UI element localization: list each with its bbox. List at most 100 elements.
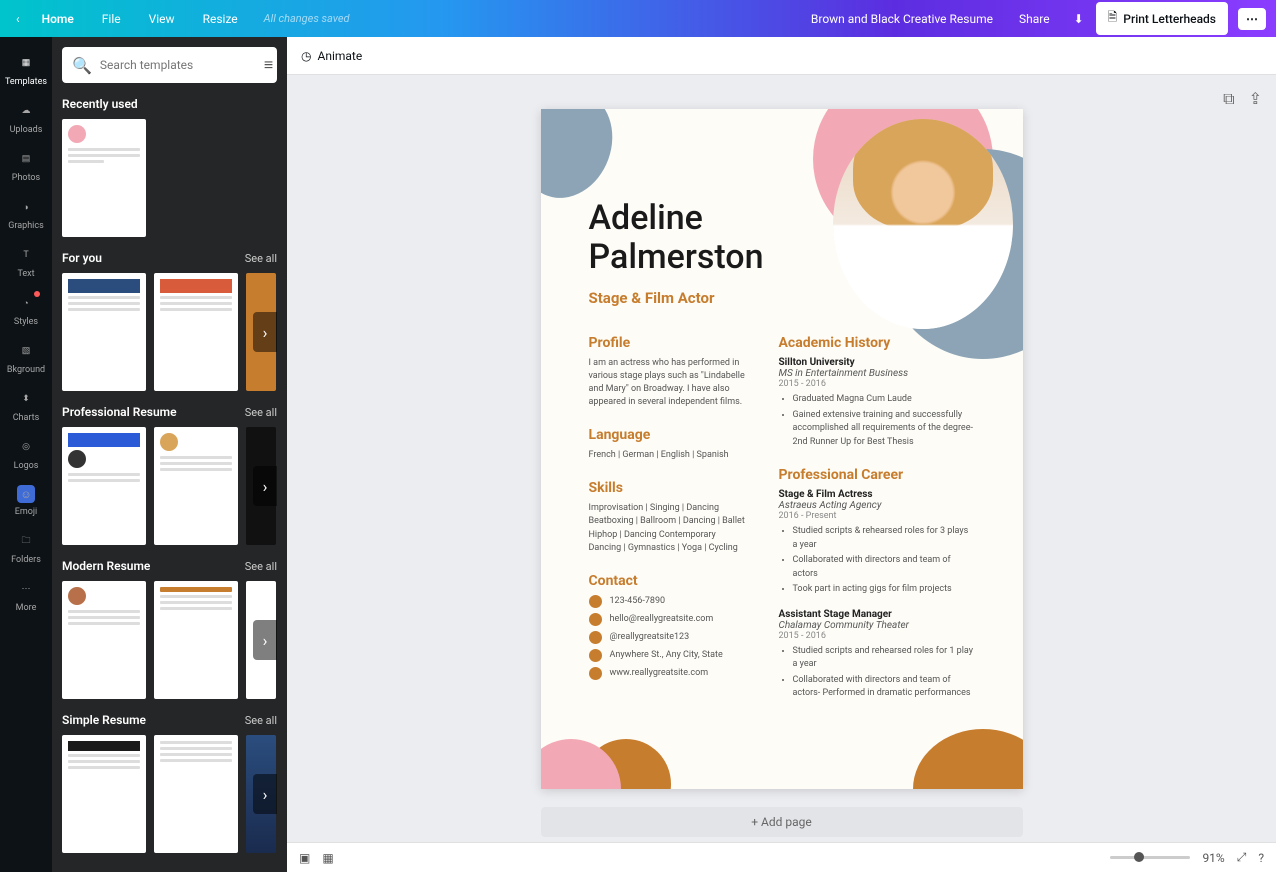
zoom-level[interactable]: 91%: [1202, 851, 1224, 865]
search-field[interactable]: 🔍 ≡: [62, 47, 277, 83]
template-thumb[interactable]: [154, 735, 238, 853]
at-icon: [589, 631, 602, 644]
bkground-icon: ▧: [16, 341, 36, 361]
skills-heading: Skills: [589, 480, 749, 496]
left-rail: ▦Templates ☁Uploads ▤Photos ◑Graphics TT…: [0, 37, 52, 872]
sub-toolbar: ◷ Animate: [287, 37, 1276, 75]
page-controls: ⧉ ⇪: [1223, 89, 1262, 109]
resize-menu[interactable]: Resize: [191, 12, 250, 26]
document-content: AdelinePalmerston Stage & Film Actor Pro…: [589, 199, 975, 749]
bottom-bar: ▣ ▦ 91% ⤢ ?: [287, 842, 1276, 872]
decor-shape: [541, 109, 627, 211]
zoom-slider[interactable]: [1110, 856, 1190, 859]
academic-heading: Academic History: [779, 335, 975, 351]
resume-role: Stage & Film Actor: [589, 289, 975, 307]
rail-uploads[interactable]: ☁Uploads: [0, 95, 52, 141]
scroll-right-icon[interactable]: ›: [253, 466, 277, 506]
rail-more[interactable]: ⋯More: [0, 573, 52, 619]
profile-text: I am an actress who has performed in var…: [589, 357, 749, 409]
home-button[interactable]: Home: [30, 12, 86, 26]
templates-panel: 🔍 ≡ Recently used For you See all › Profe…: [52, 37, 287, 872]
section-simple: Simple Resume: [62, 713, 146, 727]
template-thumb[interactable]: [154, 427, 238, 545]
more-button[interactable]: ⋯: [1238, 8, 1266, 30]
section-foryou: For you: [62, 251, 102, 265]
emoji-icon: ☺: [17, 485, 35, 503]
graphics-icon: ◑: [16, 197, 36, 217]
section-recently: Recently used: [62, 97, 138, 111]
more-icon: ⋯: [16, 579, 36, 599]
animate-button[interactable]: ◷ Animate: [301, 49, 362, 63]
template-thumb[interactable]: [62, 427, 146, 545]
file-menu[interactable]: File: [90, 12, 133, 26]
rail-logos[interactable]: ◎Logos: [0, 431, 52, 477]
document-title[interactable]: Brown and Black Creative Resume: [811, 12, 993, 26]
template-thumb[interactable]: [154, 273, 238, 391]
rail-folders[interactable]: 🗀Folders: [0, 525, 52, 571]
fullscreen-icon[interactable]: ⤢: [1237, 850, 1247, 865]
print-icon: 🗎: [1108, 8, 1118, 29]
add-page-button[interactable]: + Add page: [541, 807, 1023, 837]
document-page[interactable]: AdelinePalmerston Stage & Film Actor Pro…: [541, 109, 1023, 789]
animate-icon: ◷: [301, 49, 311, 63]
seeall-professional[interactable]: See all: [245, 406, 277, 419]
print-label: Print Letterheads: [1123, 12, 1216, 26]
rail-templates[interactable]: ▦Templates: [0, 47, 52, 93]
seeall-simple[interactable]: See all: [245, 714, 277, 727]
folders-icon: 🗀: [16, 531, 36, 551]
contact-heading: Contact: [589, 573, 749, 589]
rail-photos[interactable]: ▤Photos: [0, 143, 52, 189]
rail-bkground[interactable]: ▧Bkground: [0, 335, 52, 381]
rail-graphics[interactable]: ◑Graphics: [0, 191, 52, 237]
filter-icon[interactable]: ≡: [264, 55, 273, 75]
grid-icon[interactable]: ▦: [322, 851, 333, 865]
job2-bullets: Studied scripts and rehearsed roles for …: [779, 645, 975, 701]
scroll-right-icon[interactable]: ›: [253, 312, 277, 352]
view-menu[interactable]: View: [137, 12, 187, 26]
career-heading: Professional Career: [779, 467, 975, 483]
top-bar: ‹ Home File View Resize All changes save…: [0, 0, 1276, 37]
rail-charts[interactable]: ⬍Charts: [0, 383, 52, 429]
language-text: French | German | English | Spanish: [589, 449, 749, 462]
templates-icon: ▦: [16, 53, 36, 73]
duplicate-page-icon[interactable]: ⧉: [1223, 89, 1234, 109]
rail-emoji[interactable]: ☺Emoji: [0, 479, 52, 523]
download-icon[interactable]: ⬇: [1066, 6, 1092, 32]
contact-email: hello@reallygreatsite.com: [589, 613, 749, 626]
share-page-icon[interactable]: ⇪: [1249, 89, 1262, 109]
save-status: All changes saved: [264, 12, 350, 25]
print-button[interactable]: 🗎 Print Letterheads: [1096, 2, 1228, 35]
globe-icon: [589, 667, 602, 680]
contact-handle: @reallygreatsite123: [589, 631, 749, 644]
rail-styles[interactable]: ◔Styles: [0, 287, 52, 333]
template-thumb[interactable]: [154, 581, 238, 699]
seeall-foryou[interactable]: See all: [245, 252, 277, 265]
section-professional: Professional Resume: [62, 405, 177, 419]
canvas-area: ◷ Animate ⧉ ⇪ AdelinePalmerston Stage & …: [287, 37, 1276, 842]
scroll-right-icon[interactable]: ›: [253, 620, 277, 660]
template-thumb[interactable]: [62, 735, 146, 853]
location-icon: [589, 649, 602, 662]
contact-address: Anywhere St., Any City, State: [589, 649, 749, 662]
job1-bullets: Studied scripts & rehearsed roles for 3 …: [779, 525, 975, 597]
uploads-icon: ☁: [16, 101, 36, 121]
scroll-right-icon[interactable]: ›: [253, 774, 277, 814]
share-button[interactable]: Share: [1007, 6, 1062, 32]
template-thumb[interactable]: [62, 581, 146, 699]
help-icon[interactable]: ?: [1258, 851, 1264, 865]
skills-text: Improvisation | Singing | Dancing Beatbo…: [589, 502, 749, 554]
back-icon[interactable]: ‹: [10, 12, 26, 26]
search-input[interactable]: [100, 58, 256, 72]
template-thumb[interactable]: [62, 119, 146, 237]
pages-icon[interactable]: ▣: [299, 851, 310, 865]
template-thumb[interactable]: [62, 273, 146, 391]
charts-icon: ⬍: [16, 389, 36, 409]
rail-text[interactable]: TText: [0, 239, 52, 285]
contact-website: www.reallygreatsite.com: [589, 667, 749, 680]
logos-icon: ◎: [16, 437, 36, 457]
styles-icon: ◔: [16, 293, 36, 313]
photos-icon: ▤: [16, 149, 36, 169]
resume-name: AdelinePalmerston: [589, 199, 975, 277]
seeall-modern[interactable]: See all: [245, 560, 277, 573]
language-heading: Language: [589, 427, 749, 443]
